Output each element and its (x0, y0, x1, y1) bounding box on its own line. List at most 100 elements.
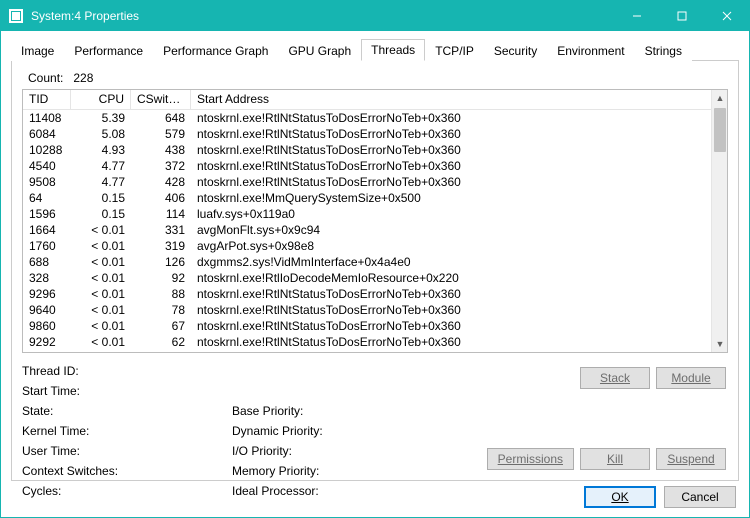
table-row[interactable]: 60845.08579ntoskrnl.exe!RtlNtStatusToDos… (23, 126, 711, 142)
cell-cpu: < 0.01 (71, 222, 131, 238)
cell-start: ntoskrnl.exe!RtlNtStatusToDosErrorNoTeb+… (191, 142, 711, 158)
app-icon (9, 9, 23, 23)
tab-strings[interactable]: Strings (635, 40, 692, 61)
label-user-time: User Time: (22, 443, 232, 463)
table-row[interactable]: 45404.77372ntoskrnl.exe!RtlNtStatusToDos… (23, 158, 711, 174)
scroll-thumb[interactable] (714, 108, 726, 152)
cell-tid: 4540 (23, 158, 71, 174)
ok-button[interactable]: OK (584, 486, 656, 508)
cell-start: ntoskrnl.exe!RtlNtStatusToDosErrorNoTeb+… (191, 110, 711, 126)
vertical-scrollbar[interactable]: ▲ ▼ (711, 90, 727, 352)
col-cpu[interactable]: CPU (71, 90, 131, 109)
count-value: 228 (73, 71, 93, 85)
cell-cswitch: 78 (131, 302, 191, 318)
kill-button[interactable]: Kill (580, 448, 650, 470)
cell-tid: 9860 (23, 318, 71, 334)
tab-gpu-graph[interactable]: GPU Graph (278, 40, 361, 61)
cell-start: ntoskrnl.exe!MmQuerySystemSize+0x500 (191, 190, 711, 206)
tab-panel-threads: Count: 228 TID CPU CSwitch D... Start Ad… (11, 61, 739, 481)
maximize-button[interactable] (659, 1, 704, 31)
cell-tid: 6084 (23, 126, 71, 142)
cell-cpu: 4.77 (71, 174, 131, 190)
tab-security[interactable]: Security (484, 40, 547, 61)
title-bar: System:4 Properties (1, 1, 749, 31)
cell-cpu: 5.39 (71, 110, 131, 126)
table-row[interactable]: 9860< 0.0167ntoskrnl.exe!RtlNtStatusToDo… (23, 318, 711, 334)
scroll-up-icon[interactable]: ▲ (712, 90, 728, 106)
tab-threads[interactable]: Threads (361, 39, 425, 61)
permissions-button[interactable]: Permissions (487, 448, 574, 470)
tab-image[interactable]: Image (11, 40, 64, 61)
cell-cpu: < 0.01 (71, 334, 131, 350)
cell-cpu: < 0.01 (71, 254, 131, 270)
table-row[interactable]: 9292< 0.0162ntoskrnl.exe!RtlNtStatusToDo… (23, 334, 711, 350)
table-row[interactable]: 9296< 0.0188ntoskrnl.exe!RtlNtStatusToDo… (23, 286, 711, 302)
cell-cswitch: 319 (131, 238, 191, 254)
cell-start: ntoskrnl.exe!RtlNtStatusToDosErrorNoTeb+… (191, 334, 711, 350)
tab-performance[interactable]: Performance (64, 40, 153, 61)
cell-cpu: 0.15 (71, 206, 131, 222)
cell-start: avgMonFlt.sys+0x9c94 (191, 222, 711, 238)
close-button[interactable] (704, 1, 749, 31)
cell-cpu: < 0.01 (71, 238, 131, 254)
cell-cswitch: 88 (131, 286, 191, 302)
cancel-button[interactable]: Cancel (664, 486, 736, 508)
thread-action-row-2: Permissions Kill Suspend (487, 448, 726, 470)
module-button[interactable]: Module (656, 367, 726, 389)
cell-cpu: < 0.01 (71, 350, 131, 352)
cell-cpu: < 0.01 (71, 318, 131, 334)
label-context-switches: Context Switches: (22, 463, 232, 483)
table-row[interactable]: 688< 0.01126dxgmms2.sys!VidMmInterface+0… (23, 254, 711, 270)
cell-tid: 556 (23, 350, 71, 352)
cell-tid: 64 (23, 190, 71, 206)
table-row[interactable]: 9640< 0.0178ntoskrnl.exe!RtlNtStatusToDo… (23, 302, 711, 318)
cell-cpu: 5.08 (71, 126, 131, 142)
cell-cpu: < 0.01 (71, 270, 131, 286)
cell-tid: 9296 (23, 286, 71, 302)
cell-tid: 1760 (23, 238, 71, 254)
table-row[interactable]: 15960.15114luafv.sys+0x119a0 (23, 206, 711, 222)
cell-tid: 10288 (23, 142, 71, 158)
label-base-priority: Base Priority: (232, 403, 442, 423)
cell-start: luafv.sys+0x119a0 (191, 206, 711, 222)
label-start-time: Start Time: (22, 383, 232, 403)
cell-cswitch: 30 (131, 350, 191, 352)
scroll-down-icon[interactable]: ▼ (712, 336, 728, 352)
cell-cswitch: 372 (131, 158, 191, 174)
table-row[interactable]: 640.15406ntoskrnl.exe!MmQuerySystemSize+… (23, 190, 711, 206)
thread-list[interactable]: TID CPU CSwitch D... Start Address 11408… (22, 89, 728, 353)
suspend-button[interactable]: Suspend (656, 448, 726, 470)
tab-tcp-ip[interactable]: TCP/IP (425, 40, 484, 61)
stack-button[interactable]: Stack (580, 367, 650, 389)
cell-tid: 9508 (23, 174, 71, 190)
cell-cpu: 4.93 (71, 142, 131, 158)
thread-count-row: Count: 228 (28, 71, 728, 85)
label-cycles: Cycles: (22, 483, 232, 503)
table-row[interactable]: 114085.39648ntoskrnl.exe!RtlNtStatusToDo… (23, 110, 711, 126)
table-row[interactable]: 102884.93438ntoskrnl.exe!RtlNtStatusToDo… (23, 142, 711, 158)
table-row[interactable]: 1760< 0.01319avgArPot.sys+0x98e8 (23, 238, 711, 254)
minimize-button[interactable] (614, 1, 659, 31)
cell-cswitch: 114 (131, 206, 191, 222)
table-row[interactable]: 1664< 0.01331avgMonFlt.sys+0x9c94 (23, 222, 711, 238)
tab-performance-graph[interactable]: Performance Graph (153, 40, 278, 61)
table-row[interactable]: 95084.77428ntoskrnl.exe!RtlNtStatusToDos… (23, 174, 711, 190)
table-row[interactable]: 556< 0.0130RTKVHD64.sys+0x34ac4 (23, 350, 711, 352)
dialog-button-row: OK Cancel (584, 486, 736, 508)
label-ideal-processor: Ideal Processor: (232, 483, 442, 503)
cell-tid: 328 (23, 270, 71, 286)
thread-list-header: TID CPU CSwitch D... Start Address (23, 90, 727, 110)
cell-cpu: < 0.01 (71, 302, 131, 318)
count-label: Count: (28, 71, 70, 85)
cell-start: ntoskrnl.exe!RtlNtStatusToDosErrorNoTeb+… (191, 318, 711, 334)
table-row[interactable]: 328< 0.0192ntoskrnl.exe!RtlIoDecodeMemIo… (23, 270, 711, 286)
col-cswitch[interactable]: CSwitch D... (131, 90, 191, 109)
cell-cswitch: 67 (131, 318, 191, 334)
cell-start: ntoskrnl.exe!RtlNtStatusToDosErrorNoTeb+… (191, 286, 711, 302)
label-io-priority: I/O Priority: (232, 443, 442, 463)
cell-start: ntoskrnl.exe!RtlNtStatusToDosErrorNoTeb+… (191, 126, 711, 142)
tab-environment[interactable]: Environment (547, 40, 634, 61)
col-start[interactable]: Start Address (191, 90, 727, 109)
col-tid[interactable]: TID (23, 90, 71, 109)
label-kernel-time: Kernel Time: (22, 423, 232, 443)
